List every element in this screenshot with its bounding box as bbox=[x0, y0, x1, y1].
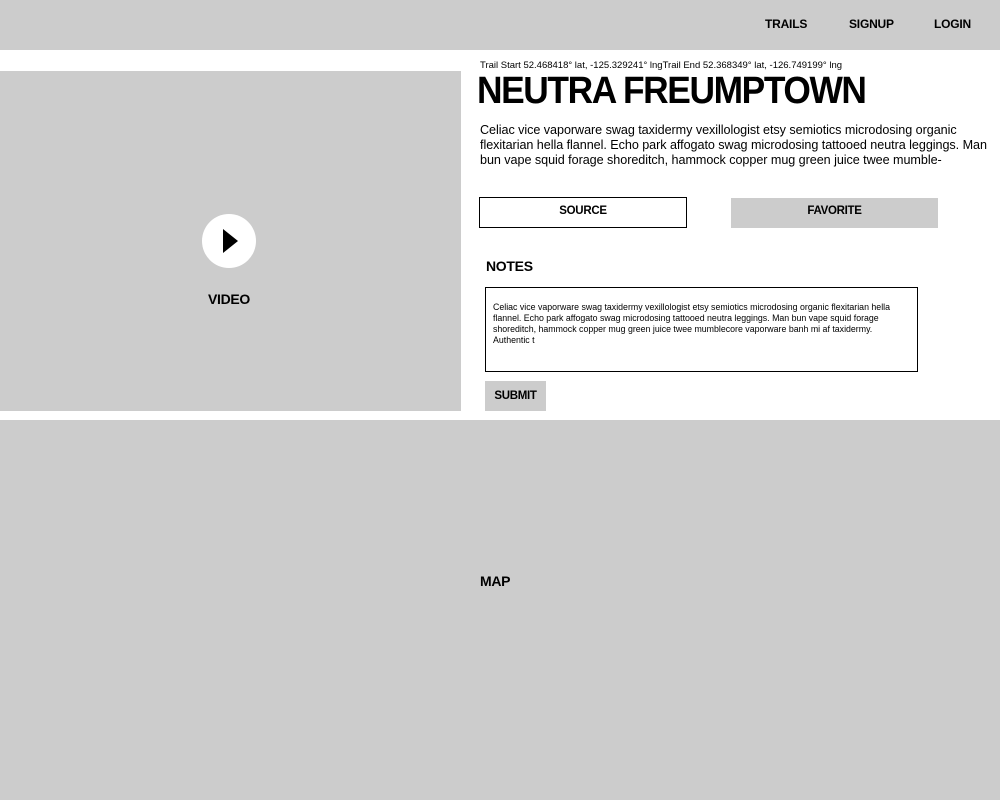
notes-textarea[interactable]: Celiac vice vaporware swag taxidermy vex… bbox=[485, 287, 918, 372]
map-view[interactable]: MAP bbox=[0, 420, 1000, 800]
nav-link-signup[interactable]: SIGNUP bbox=[849, 17, 894, 31]
trail-title: NEUTRA FREUMPTOWN bbox=[477, 70, 867, 112]
map-label: MAP bbox=[480, 573, 511, 589]
favorite-button[interactable]: FAVORITE bbox=[731, 198, 938, 228]
video-player[interactable]: VIDEO bbox=[0, 71, 461, 411]
trail-description: Celiac vice vaporware swag taxidermy vex… bbox=[480, 123, 987, 167]
notes-heading: NOTES bbox=[486, 258, 533, 274]
submit-button[interactable]: SUBMIT bbox=[485, 381, 546, 411]
source-button[interactable]: SOURCE bbox=[479, 197, 687, 228]
play-button[interactable] bbox=[202, 214, 256, 268]
nav-link-login[interactable]: LOGIN bbox=[934, 17, 971, 31]
top-nav-bar: TRAILS SIGNUP LOGIN bbox=[0, 0, 1000, 50]
play-icon bbox=[223, 229, 238, 253]
video-label: VIDEO bbox=[207, 291, 251, 307]
nav-link-trails[interactable]: TRAILS bbox=[765, 17, 807, 31]
